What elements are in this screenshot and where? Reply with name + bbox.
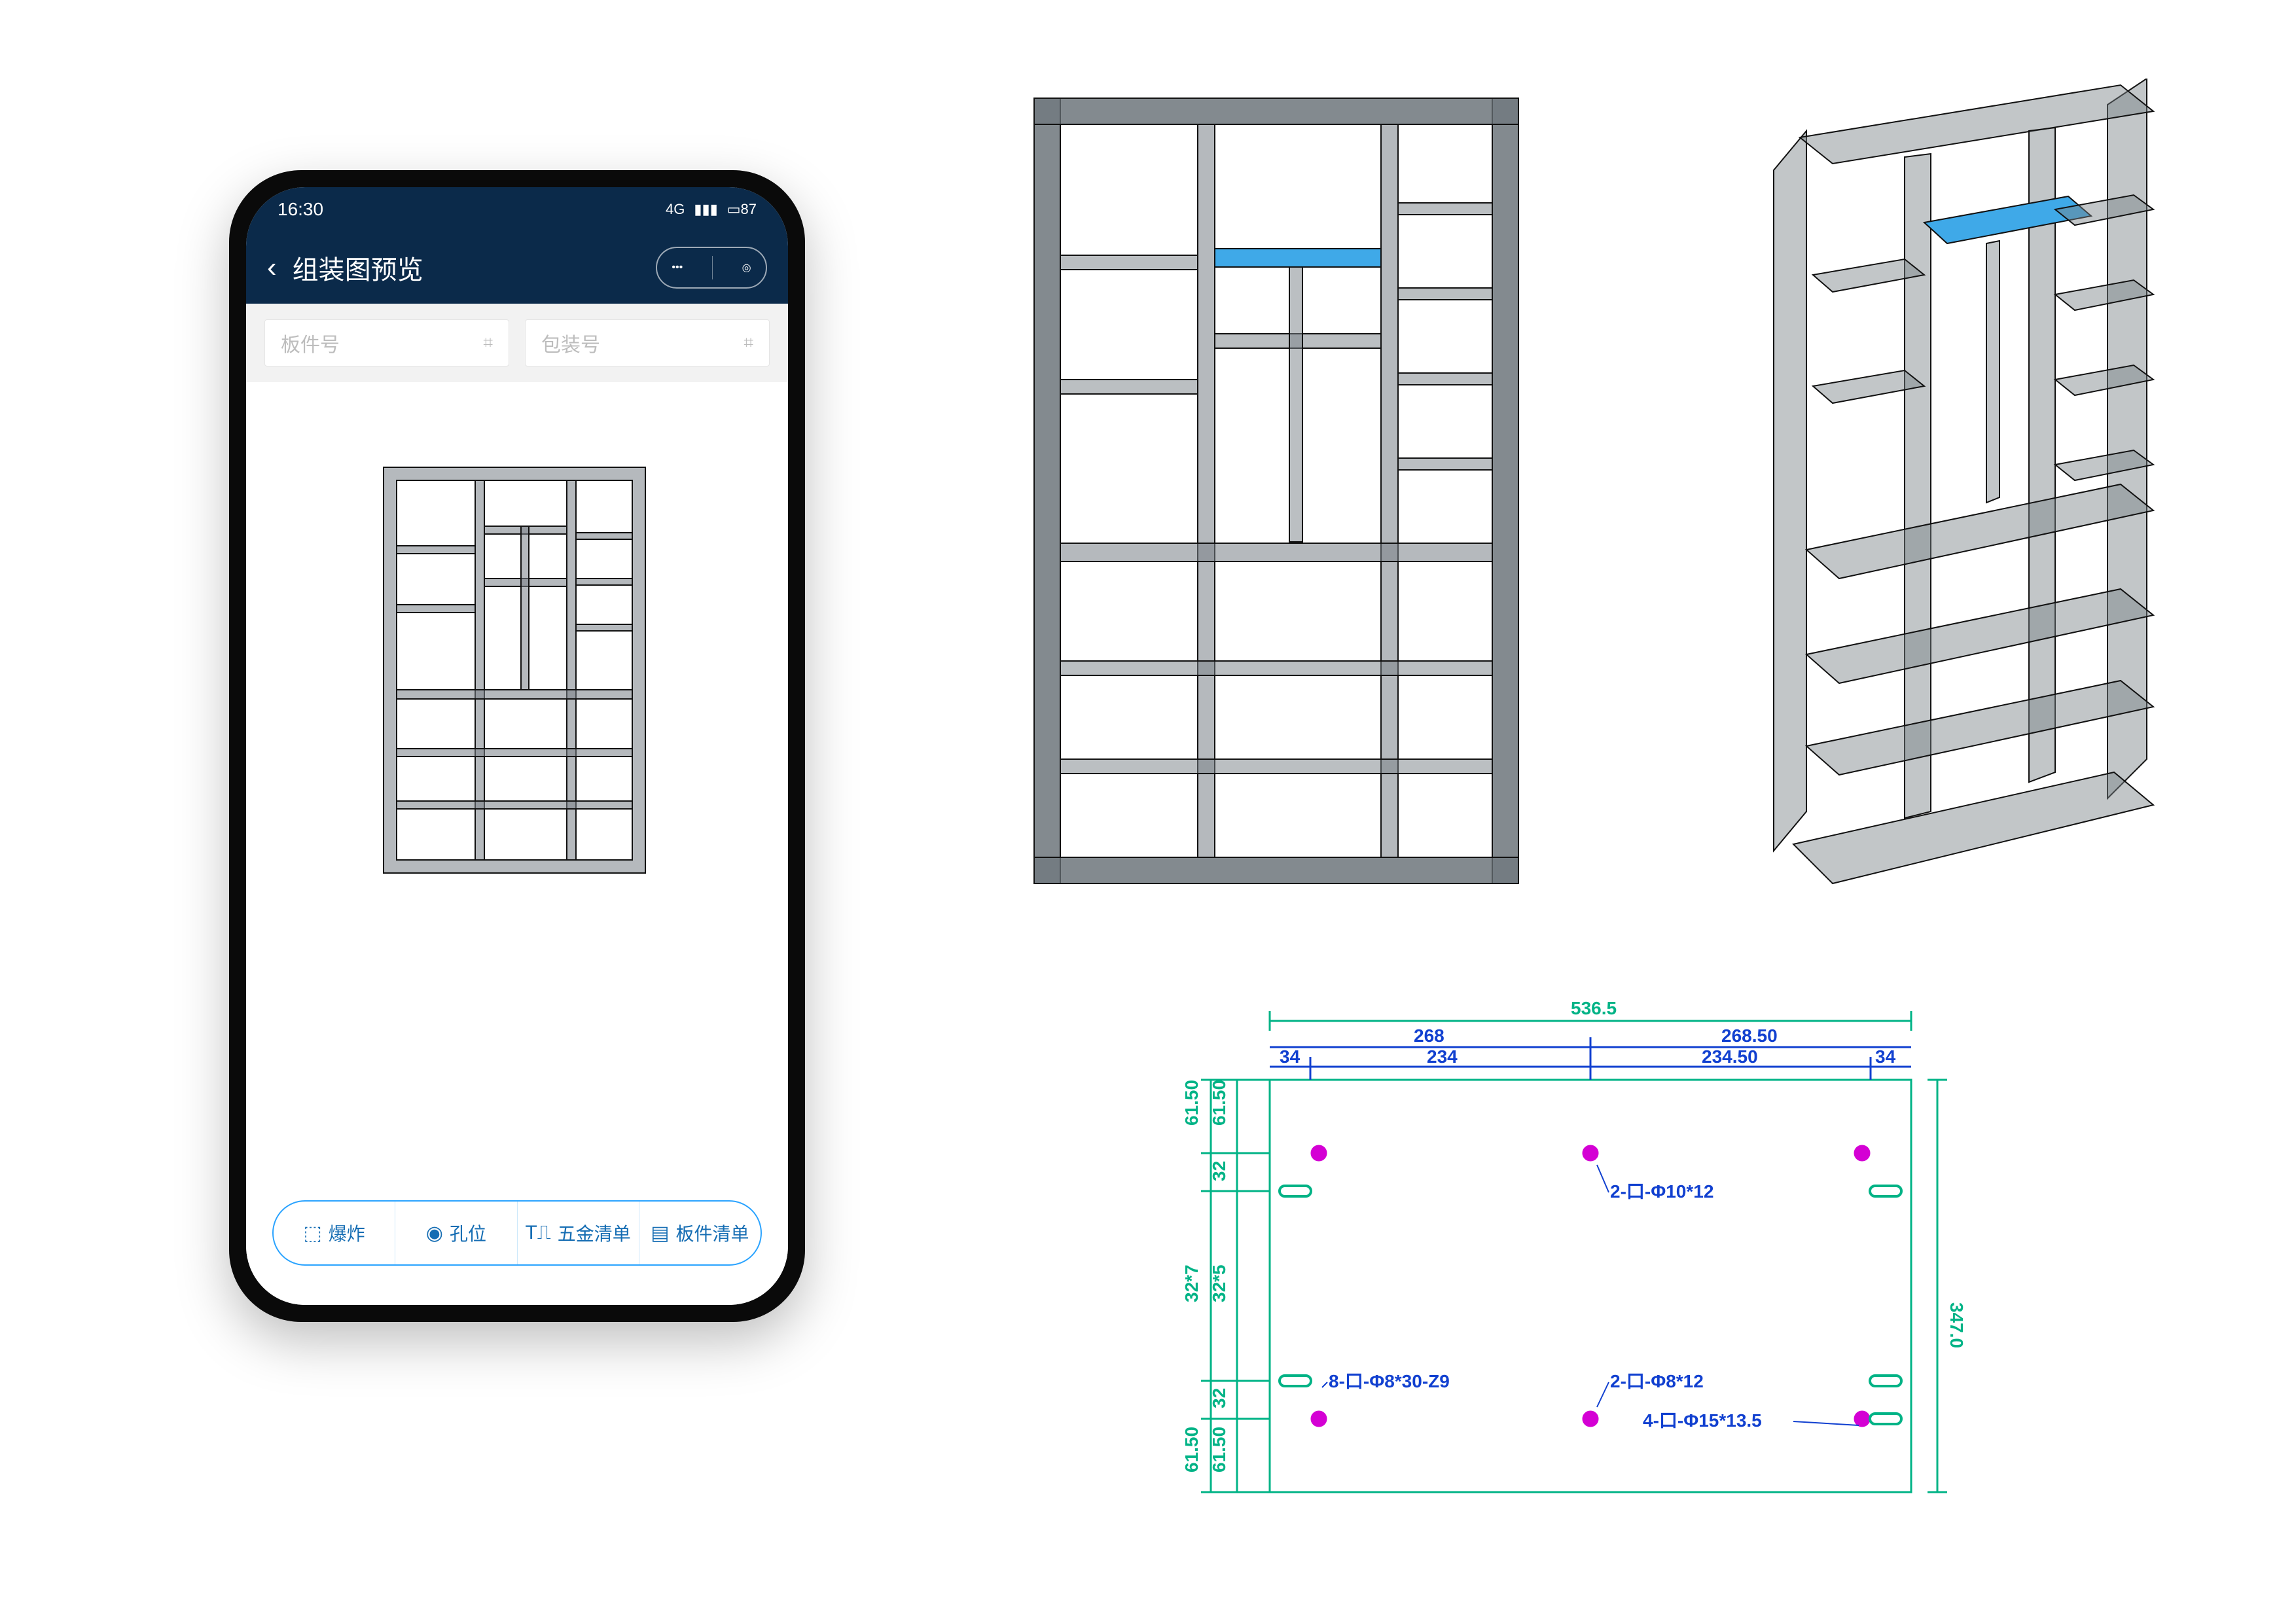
dim-s4: 61.50 bbox=[1181, 1427, 1202, 1472]
capsule-divider bbox=[712, 256, 713, 279]
back-icon[interactable]: ‹ bbox=[267, 253, 277, 282]
target-icon[interactable]: ◎ bbox=[742, 261, 751, 274]
status-bar: 16:30 4G ▮▮▮ ▭87 bbox=[246, 187, 788, 232]
hardware-list-button[interactable]: T⎍ 五金清单 bbox=[518, 1202, 639, 1264]
holes-button[interactable]: ◉ 孔位 bbox=[395, 1202, 517, 1264]
status-icons: 4G ▮▮▮ ▭87 bbox=[666, 201, 757, 218]
network-icon: 4G bbox=[666, 201, 685, 218]
cabinet-exploded-view bbox=[1728, 79, 2186, 929]
holes-label: 孔位 bbox=[450, 1220, 486, 1246]
panel-hole-drawing: 536.5 268 268.50 34 234 234.50 34 347.0 … bbox=[1165, 995, 1964, 1538]
dim-s1b: 61.50 bbox=[1209, 1080, 1229, 1126]
phone-screen: 16:30 4G ▮▮▮ ▭87 ‹ 组装图预览 ••• ◎ 板件号 ⌗ 包装号 bbox=[246, 187, 788, 1305]
panel-no-placeholder: 板件号 bbox=[281, 329, 340, 357]
package-no-input[interactable]: 包装号 ⌗ bbox=[525, 319, 770, 366]
wrench-icon: T⎍ bbox=[525, 1222, 550, 1244]
battery-icon: ▭87 bbox=[727, 201, 757, 218]
page-title: 组装图预览 bbox=[293, 249, 640, 287]
phone-mockup: 16:30 4G ▮▮▮ ▭87 ‹ 组装图预览 ••• ◎ 板件号 ⌗ 包装号 bbox=[229, 170, 805, 1322]
ann-phi8-12: 2-口-Φ8*12 bbox=[1610, 1371, 1704, 1391]
dim-midb: 32*5 bbox=[1209, 1264, 1229, 1302]
dim-edge-right: 34 bbox=[1875, 1046, 1896, 1067]
cube-icon: ⬚ bbox=[303, 1222, 321, 1245]
dim-side-total: 347.0 bbox=[1946, 1302, 1964, 1348]
explode-label: 爆炸 bbox=[329, 1220, 365, 1246]
floating-toolbar: ⬚ 爆炸 ◉ 孔位 T⎍ 五金清单 ▤ 板件清单 bbox=[272, 1200, 762, 1266]
cabinet-front-view bbox=[1028, 92, 1525, 890]
dim-top-total: 536.5 bbox=[1571, 998, 1617, 1018]
package-no-placeholder: 包装号 bbox=[541, 329, 600, 357]
more-icon[interactable]: ••• bbox=[672, 262, 683, 274]
filter-row: 板件号 ⌗ 包装号 ⌗ bbox=[246, 304, 788, 382]
ann-phi15: 4-口-Φ15*13.5 bbox=[1643, 1410, 1762, 1431]
dim-inset-right: 234.50 bbox=[1702, 1046, 1758, 1067]
title-bar: ‹ 组装图预览 ••• ◎ bbox=[246, 232, 788, 304]
panels-label: 板件清单 bbox=[676, 1220, 749, 1246]
dim-s4b: 61.50 bbox=[1209, 1427, 1229, 1472]
wechat-capsule[interactable]: ••• ◎ bbox=[656, 247, 767, 289]
ann-phi8-30: 8-口-Φ8*30-Z9 bbox=[1329, 1371, 1450, 1391]
ann-phi10: 2-口-Φ10*12 bbox=[1610, 1181, 1713, 1202]
scan-icon[interactable]: ⌗ bbox=[483, 332, 493, 353]
dim-top-half-right: 268.50 bbox=[1721, 1026, 1778, 1046]
highlighted-shelf-iso bbox=[1924, 196, 2091, 243]
assembly-viewport[interactable]: ⬚ 爆炸 ◉ 孔位 T⎍ 五金清单 ▤ 板件清单 bbox=[246, 382, 788, 1305]
dim-top-half-left: 268 bbox=[1414, 1026, 1444, 1046]
dim-inset-left: 234 bbox=[1427, 1046, 1458, 1067]
panel-no-input[interactable]: 板件号 ⌗ bbox=[264, 319, 509, 366]
dim-s2: 32 bbox=[1209, 1161, 1229, 1181]
cabinet-thumb bbox=[377, 461, 652, 880]
highlighted-shelf bbox=[1215, 249, 1381, 267]
signal-icon: ▮▮▮ bbox=[694, 201, 717, 218]
scan-icon[interactable]: ⌗ bbox=[744, 332, 753, 353]
dim-edge-left: 34 bbox=[1280, 1046, 1300, 1067]
dim-s3: 32 bbox=[1209, 1388, 1229, 1408]
hardware-label: 五金清单 bbox=[558, 1220, 631, 1246]
dim-mid: 32*7 bbox=[1181, 1264, 1202, 1302]
clock: 16:30 bbox=[278, 199, 323, 220]
target-icon: ◉ bbox=[426, 1222, 443, 1245]
panel-list-button[interactable]: ▤ 板件清单 bbox=[639, 1202, 761, 1264]
list-icon: ▤ bbox=[651, 1222, 669, 1245]
dim-s1: 61.50 bbox=[1181, 1080, 1202, 1126]
explode-button[interactable]: ⬚ 爆炸 bbox=[274, 1202, 395, 1264]
